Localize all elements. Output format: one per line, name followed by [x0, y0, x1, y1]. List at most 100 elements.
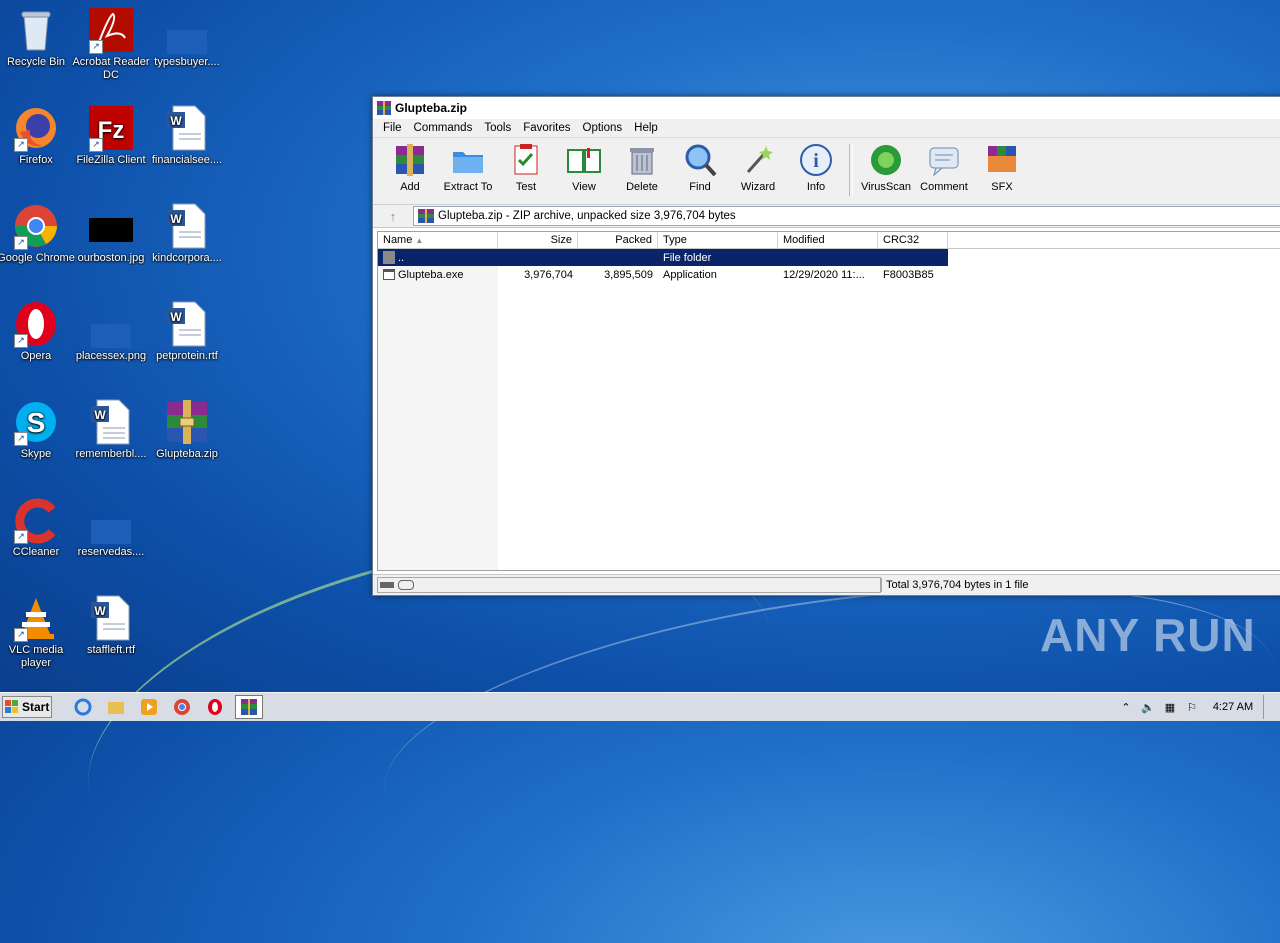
desktop-icon-glupteba-zip[interactable]: Glupteba.zip	[148, 398, 226, 461]
word-doc-icon: W	[87, 594, 135, 642]
acrobat-icon: ↗	[87, 6, 135, 54]
image-file-icon	[87, 300, 135, 348]
toolbar: Add Extract To Test View Delete Find Wiz…	[373, 138, 1280, 205]
desktop-icon-skype[interactable]: S ↗ Skype	[0, 398, 75, 461]
winrar-archive-icon	[163, 398, 211, 446]
table-row-parent-folder[interactable]: .. File folder	[378, 249, 948, 266]
volume-icon[interactable]: 🔈	[1137, 701, 1159, 714]
winrar-app-icon	[377, 101, 391, 115]
taskbar-opera-icon[interactable]	[202, 696, 228, 718]
column-name[interactable]: Name ▲	[378, 232, 498, 248]
ccleaner-icon: ↗	[12, 496, 60, 544]
action-center-flag-icon[interactable]: ⚐	[1181, 701, 1203, 714]
desktop-icon-acrobat[interactable]: ↗ Acrobat Reader DC	[72, 6, 150, 82]
menu-options[interactable]: Options	[577, 122, 629, 134]
menu-file[interactable]: File	[377, 122, 408, 134]
svg-text:W: W	[170, 212, 182, 226]
column-crc32[interactable]: CRC32	[878, 232, 948, 248]
test-clipboard-icon	[508, 142, 544, 178]
view-book-icon	[566, 142, 602, 178]
add-archive-icon	[392, 142, 428, 178]
sfx-button[interactable]: SFX	[973, 138, 1031, 193]
extract-to-button[interactable]: Extract To	[439, 138, 497, 193]
image-file-icon	[87, 202, 135, 250]
desktop-icon-ourboston[interactable]: ourboston.jpg	[72, 202, 150, 265]
file-list[interactable]: Name ▲ Size Packed Type Modified CRC32 .…	[377, 231, 1280, 571]
desktop-icon-financialsee[interactable]: W financialsee....	[148, 104, 226, 167]
desktop-icon-filezilla[interactable]: Fz ↗ FileZilla Client	[72, 104, 150, 167]
menu-commands[interactable]: Commands	[408, 122, 479, 134]
desktop-icon-vlc[interactable]: ↗ VLC media player	[0, 594, 75, 670]
filezilla-icon: Fz ↗	[87, 104, 135, 152]
network-icon[interactable]: ▦	[1159, 701, 1181, 714]
svg-text:S: S	[27, 407, 46, 438]
up-arrow-icon[interactable]: ↑	[373, 209, 413, 224]
window-titlebar[interactable]: Glupteba.zip	[373, 97, 1280, 119]
folder-up-icon	[383, 251, 395, 264]
svg-text:W: W	[94, 408, 106, 422]
taskbar-ie-icon[interactable]	[70, 696, 96, 718]
column-size[interactable]: Size	[498, 232, 578, 248]
menu-tools[interactable]: Tools	[478, 122, 517, 134]
svg-text:W: W	[94, 604, 106, 618]
virusscan-button[interactable]: VirusScan	[857, 138, 915, 193]
info-button[interactable]: i Info	[787, 138, 845, 193]
desktop-icon-kindcorpora[interactable]: W kindcorpora....	[148, 202, 226, 265]
toolbar-separator	[849, 144, 853, 196]
sort-asc-icon: ▲	[415, 236, 424, 245]
desktop-icon-placessex[interactable]: placessex.png	[72, 300, 150, 363]
archive-path-text: Glupteba.zip - ZIP archive, unpacked siz…	[438, 210, 736, 222]
desktop-icon-typesbuyer[interactable]: typesbuyer....	[148, 6, 226, 69]
comment-button[interactable]: Comment	[915, 138, 973, 193]
archive-path-field[interactable]: Glupteba.zip - ZIP archive, unpacked siz…	[413, 206, 1280, 226]
desktop-icon-reservedas[interactable]: reservedas....	[72, 496, 150, 559]
wizard-button[interactable]: Wizard	[729, 138, 787, 193]
desktop-icon-opera[interactable]: ↗ Opera	[0, 300, 75, 363]
file-list-header: Name ▲ Size Packed Type Modified CRC32	[378, 232, 1280, 249]
taskbar-chrome-icon[interactable]	[169, 696, 195, 718]
desktop-icon-firefox[interactable]: ↗ Firefox	[0, 104, 75, 167]
comment-bubble-icon	[926, 142, 962, 178]
taskbar: Start ⌃ 🔈 ▦ ⚐ 4:27 AM	[0, 692, 1280, 721]
status-bar: Total 3,976,704 bytes in 1 file	[373, 574, 1280, 595]
taskbar-media-player-icon[interactable]	[136, 696, 162, 718]
info-icon: i	[798, 142, 834, 178]
taskbar-explorer-icon[interactable]	[103, 696, 129, 718]
winrar-archive-icon	[418, 209, 434, 223]
start-button[interactable]: Start	[2, 696, 52, 718]
desktop-icon-ccleaner[interactable]: ↗ CCleaner	[0, 496, 75, 559]
word-doc-icon: W	[163, 300, 211, 348]
find-button[interactable]: Find	[671, 138, 729, 193]
test-button[interactable]: Test	[497, 138, 555, 193]
folder-extract-icon	[450, 142, 486, 178]
anyrun-watermark: ANY RUN	[1040, 609, 1256, 661]
menu-favorites[interactable]: Favorites	[517, 122, 576, 134]
chrome-icon: ↗	[12, 202, 60, 250]
file-icon	[163, 6, 211, 54]
winrar-window[interactable]: Glupteba.zip File Commands Tools Favorit…	[372, 96, 1280, 596]
desktop-icon-petprotein[interactable]: W petprotein.rtf	[148, 300, 226, 363]
column-modified[interactable]: Modified	[778, 232, 878, 248]
column-packed[interactable]: Packed	[578, 232, 658, 248]
column-type[interactable]: Type	[658, 232, 778, 248]
view-button[interactable]: View	[555, 138, 613, 193]
desktop-icon-rememberbl[interactable]: W rememberbl....	[72, 398, 150, 461]
desktop-icon-chrome[interactable]: ↗ Google Chrome	[0, 202, 75, 265]
taskbar-winrar-icon[interactable]	[235, 695, 263, 719]
desktop-icon-recycle-bin[interactable]: Recycle Bin	[0, 6, 75, 69]
application-file-icon	[383, 269, 395, 280]
status-text: Total 3,976,704 bytes in 1 file	[881, 578, 1280, 592]
menu-help[interactable]: Help	[628, 122, 664, 134]
svg-text:W: W	[170, 114, 182, 128]
show-hidden-icons-icon[interactable]: ⌃	[1115, 701, 1137, 714]
add-button[interactable]: Add	[381, 138, 439, 193]
word-doc-icon: W	[163, 104, 211, 152]
trash-icon	[624, 142, 660, 178]
delete-button[interactable]: Delete	[613, 138, 671, 193]
table-row-glupteba-exe[interactable]: Glupteba.exe 3,976,704 3,895,509 Applica…	[378, 266, 1280, 283]
show-desktop-button[interactable]	[1263, 695, 1280, 719]
key-icon[interactable]	[398, 580, 414, 590]
taskbar-clock[interactable]: 4:27 AM	[1203, 701, 1263, 713]
window-title: Glupteba.zip	[395, 101, 467, 115]
desktop-icon-staffleft[interactable]: W staffleft.rtf	[72, 594, 150, 657]
